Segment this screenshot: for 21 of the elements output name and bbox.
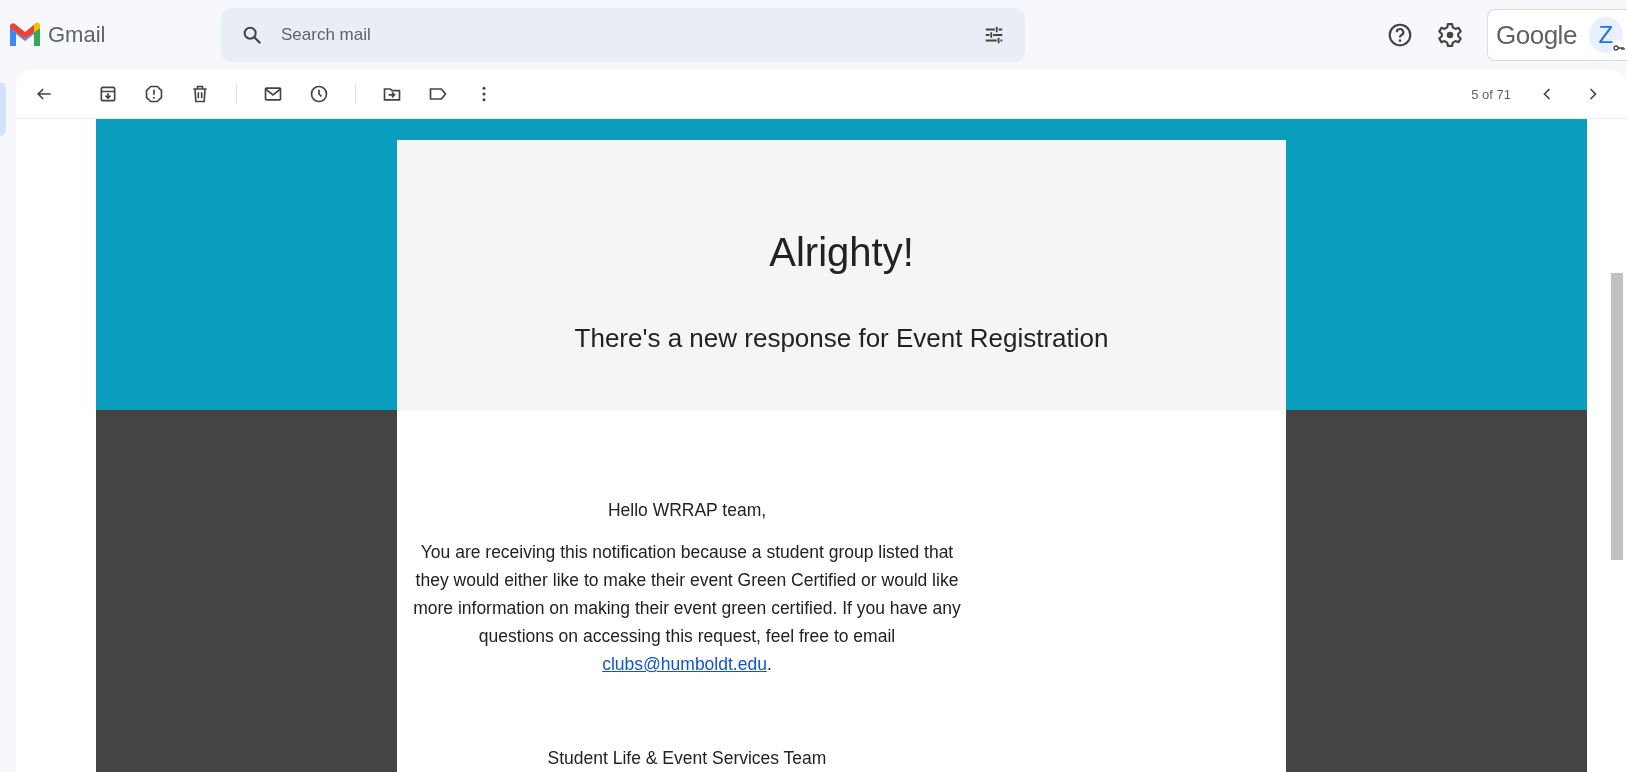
- search-field[interactable]: Search mail: [221, 8, 1025, 62]
- app-name: Gmail: [48, 22, 106, 48]
- filter-options-icon[interactable]: [983, 24, 1005, 46]
- scrollbar-thumb[interactable]: [1611, 273, 1623, 560]
- report-spam-icon[interactable]: [144, 84, 164, 104]
- settings-icon[interactable]: [1437, 22, 1463, 48]
- archive-icon[interactable]: [98, 84, 118, 104]
- email-title: Alrighty!: [769, 230, 914, 275]
- help-icon[interactable]: [1387, 22, 1413, 48]
- email-subtitle: There's a new response for Event Registration: [574, 323, 1109, 354]
- signature: Student Life & Event Services Team: [546, 747, 828, 770]
- mail-logo-icon: [8, 22, 42, 48]
- greeting: Hello WRRAP team,: [606, 499, 768, 522]
- account-button[interactable]: Google Z: [1487, 9, 1627, 61]
- mark-unread-icon[interactable]: [263, 84, 283, 104]
- message-counter: 5 of 71: [1471, 86, 1511, 102]
- delete-icon[interactable]: [190, 84, 210, 104]
- snooze-icon[interactable]: [309, 84, 329, 104]
- email-link[interactable]: clubs@humboldt.edu: [602, 654, 767, 674]
- search-icon: [241, 24, 263, 46]
- message-paragraph: You are receiving this notification because a student group listed that they would either like to make their event Green Certified or would like more information on making their event green certified. If you have any questions on accessing this request, feel free to email clubs@humboldt.edu.: [412, 541, 962, 676]
